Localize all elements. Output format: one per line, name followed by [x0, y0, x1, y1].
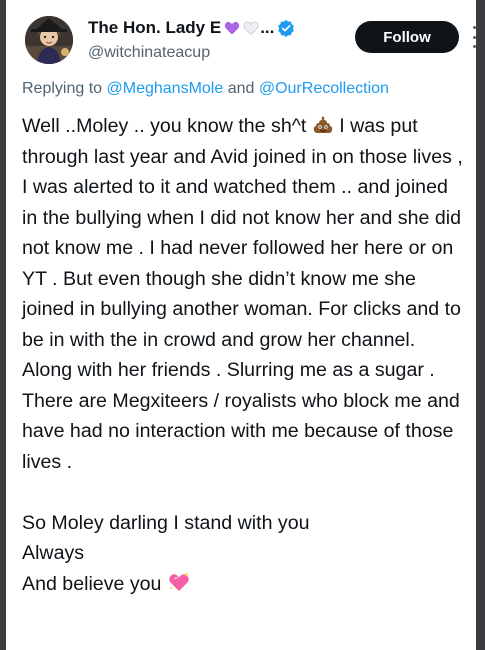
mention-link-meghansmole[interactable]: @MeghansMole [107, 80, 224, 97]
purple-heart-icon [225, 21, 240, 35]
mention-link-ourrecollection[interactable]: @OurRecollection [259, 80, 389, 97]
replying-prefix: Replying to [22, 80, 107, 97]
tweet-paragraph-1: Well ..Moley .. you know the sh^t I was … [22, 115, 469, 351]
tweet-card: The Hon. Lady E ... @witchinateacup Foll… [6, 0, 476, 650]
more-vertical-icon[interactable] [471, 26, 477, 48]
white-heart-icon [243, 21, 259, 36]
tweet-header: The Hon. Lady E ... @witchinateacup Foll… [22, 14, 476, 70]
pile-of-poo-icon [313, 116, 333, 133]
follow-button[interactable]: Follow [355, 21, 459, 53]
sparkling-heart-icon [169, 571, 189, 591]
replying-to-line: Replying to @MeghansMole and @OurRecolle… [22, 80, 389, 98]
author-handle[interactable]: @witchinateacup [88, 44, 210, 62]
name-truncation: ... [260, 18, 275, 37]
tweet-paragraph-spacer [22, 477, 467, 508]
tweet-paragraph-3: So Moley darling I stand with you [22, 511, 310, 534]
tweet-paragraph-5: And believe you [22, 569, 467, 600]
author-name-row: The Hon. Lady E ... [88, 18, 295, 38]
verified-badge-icon [278, 19, 295, 37]
avatar[interactable] [25, 16, 73, 64]
display-name[interactable]: The Hon. Lady E [88, 18, 221, 38]
tweet-text: Well ..Moley .. you know the sh^t I was … [22, 111, 467, 599]
tweet-paragraph-4: Always [22, 542, 85, 564]
replying-joiner: and [223, 80, 259, 97]
tweet-paragraph-2: Along with her friends . Slurring me as … [22, 359, 466, 473]
